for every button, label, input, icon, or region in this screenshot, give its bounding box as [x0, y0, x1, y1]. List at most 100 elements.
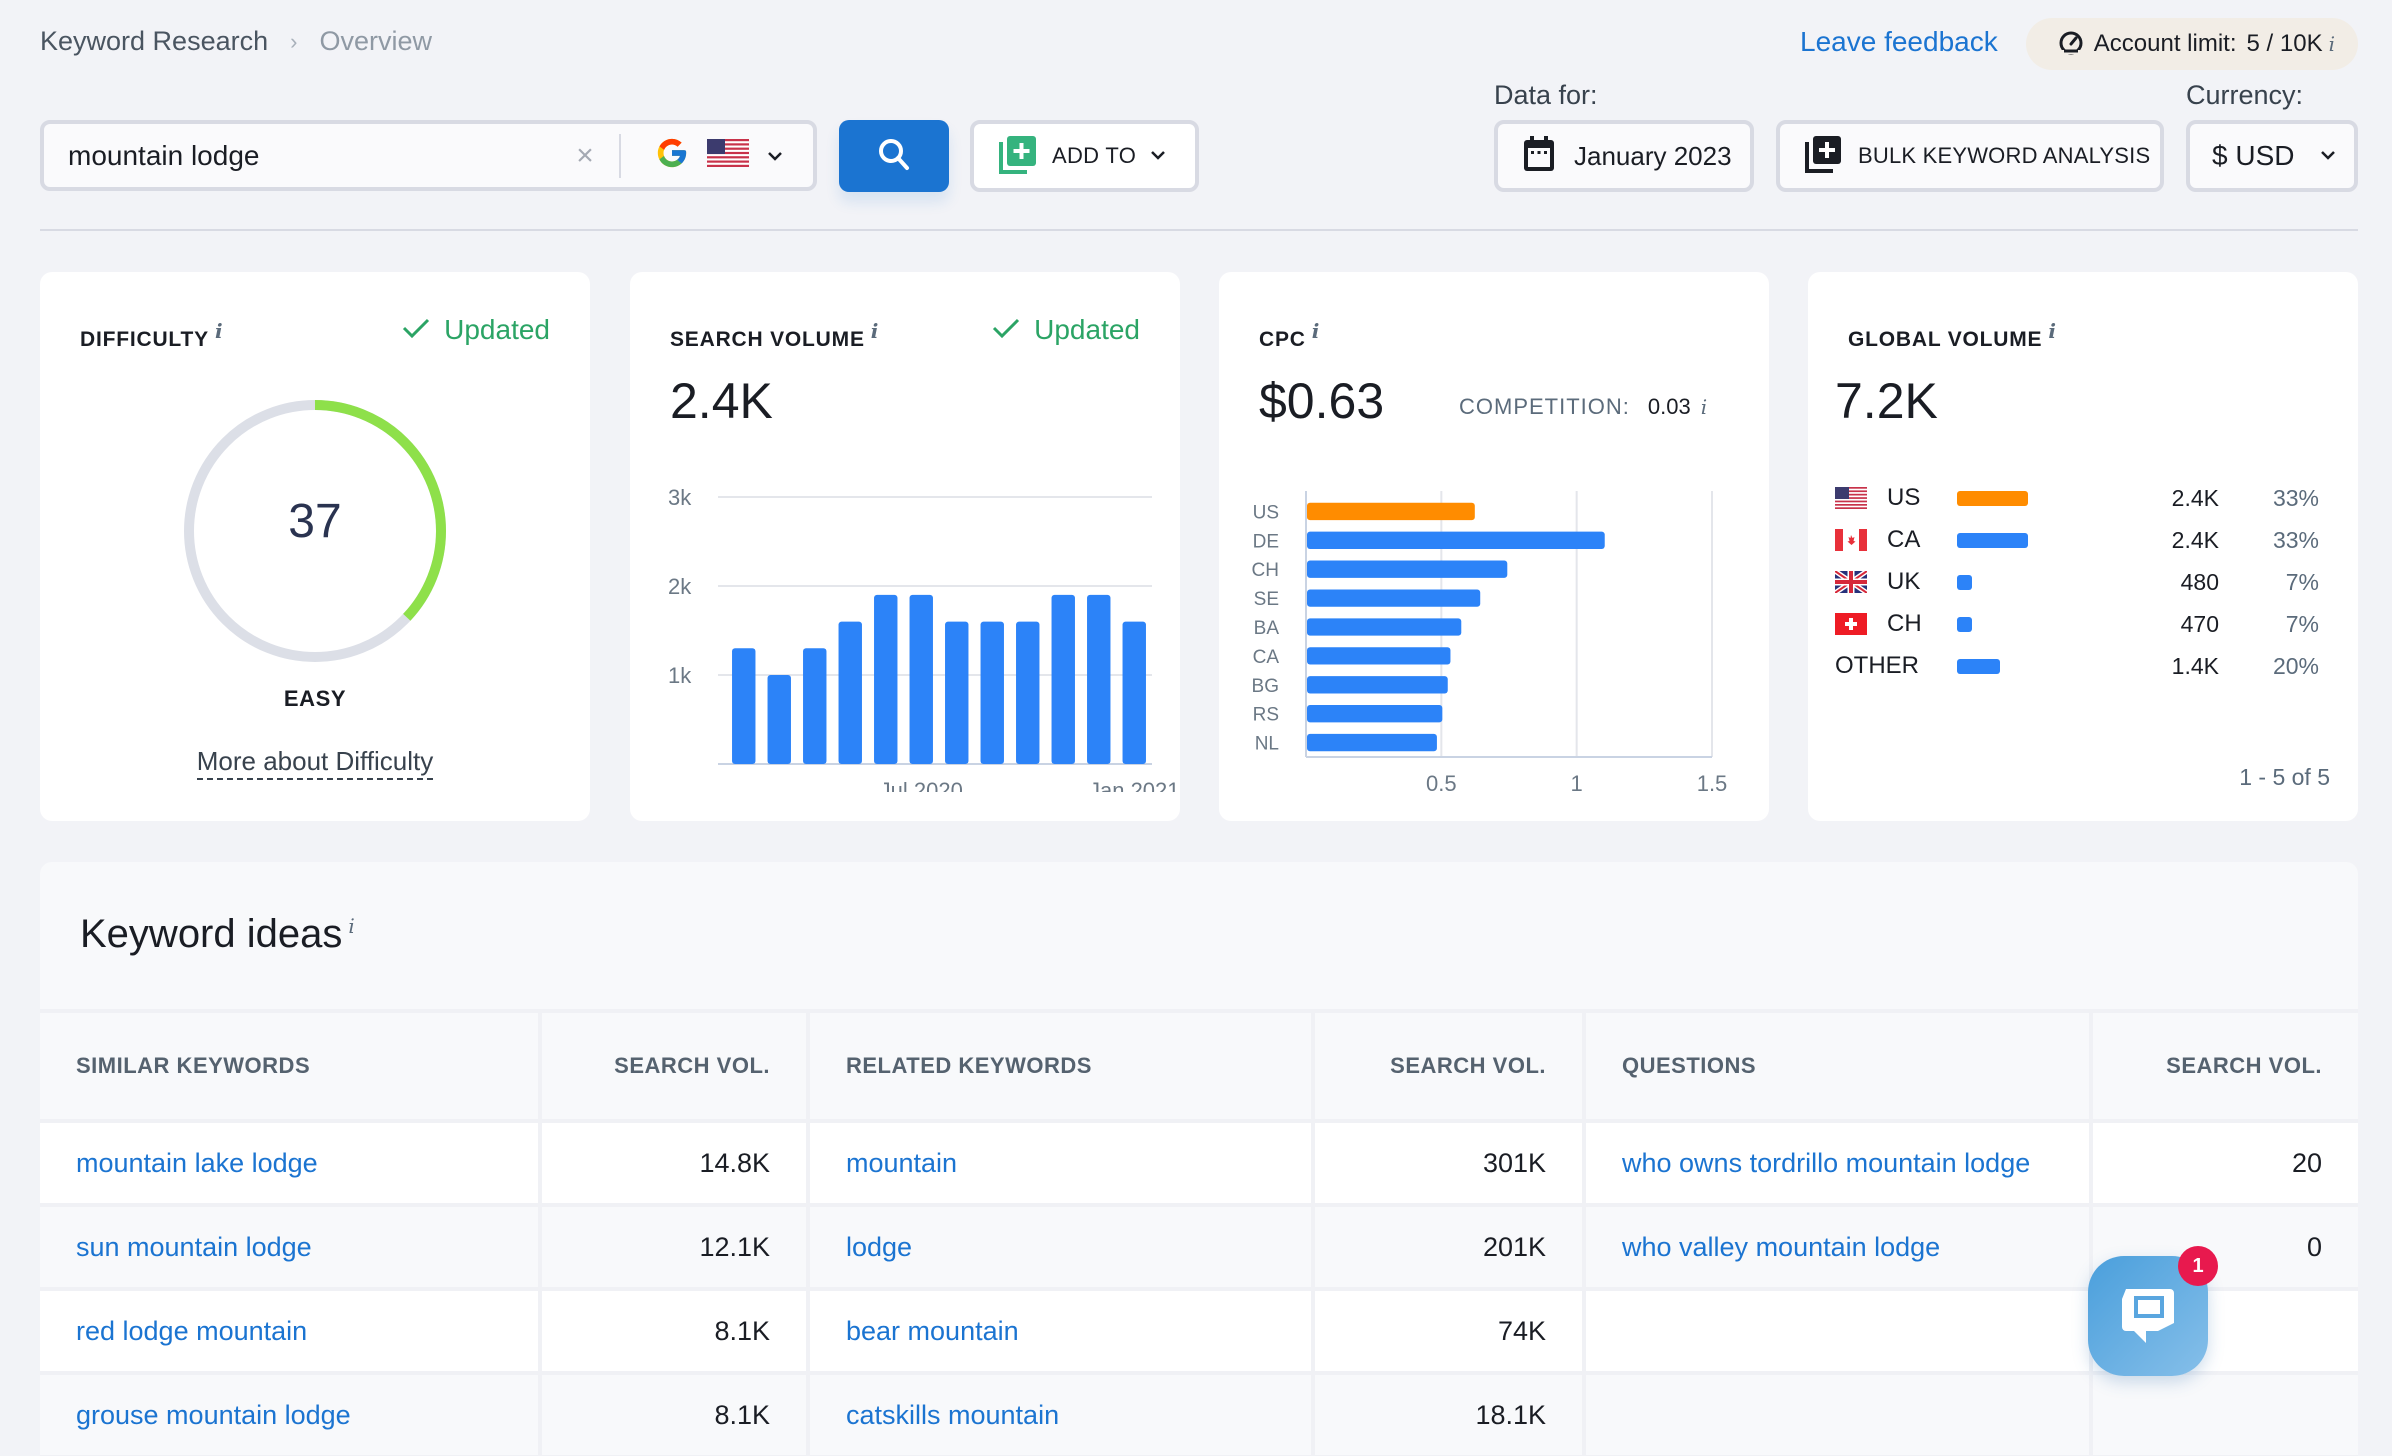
bar[interactable]	[1016, 621, 1040, 764]
info-icon[interactable]: i	[2329, 32, 2335, 56]
calendar-icon	[1522, 135, 1556, 178]
x-tick-label: 1	[1571, 771, 1583, 792]
table-row: grouse mountain lodge 8.1K catskills mou…	[40, 1371, 2358, 1456]
info-icon[interactable]: i	[871, 319, 879, 343]
percent-value: 33%	[2272, 526, 2319, 553]
question-link[interactable]: who valley mountain lodge	[1622, 1232, 1940, 1262]
info-icon[interactable]: i	[348, 914, 354, 938]
bar[interactable]	[1087, 594, 1111, 764]
bar[interactable]	[1122, 621, 1146, 764]
bar[interactable]	[1307, 733, 1437, 752]
bar[interactable]	[1307, 647, 1451, 665]
search-volume-title: SEARCH VOLUME i	[670, 319, 880, 351]
bar[interactable]	[874, 594, 898, 764]
bar[interactable]	[1307, 502, 1475, 521]
share-bar	[1957, 490, 2028, 506]
data-for-label: Data for:	[1494, 80, 1598, 110]
bar[interactable]	[803, 648, 827, 764]
volume-value: 2.4K	[2171, 526, 2219, 553]
column-header-questions[interactable]: QUESTIONS	[1582, 1009, 2093, 1123]
date-picker-button[interactable]: January 2023	[1494, 120, 1754, 192]
search-vol-cell: 301K	[1311, 1119, 1586, 1207]
similar-keyword-link[interactable]: red lodge mountain	[76, 1316, 307, 1346]
related-keyword-link[interactable]: lodge	[846, 1232, 912, 1262]
account-limit-badge[interactable]: Account limit: 5 / 10K i	[2026, 18, 2358, 70]
bar[interactable]	[1307, 560, 1508, 578]
bulk-keyword-analysis-button[interactable]: BULK KEYWORD ANALYSIS	[1776, 120, 2164, 192]
search-vol-cell: 12.1K	[538, 1203, 810, 1291]
percent-value: 7%	[2285, 568, 2319, 595]
bar[interactable]	[909, 594, 933, 764]
search-icon	[876, 136, 912, 177]
bar[interactable]	[1307, 618, 1462, 636]
chevron-down-icon	[1150, 147, 1166, 165]
clear-icon[interactable]: ×	[565, 139, 605, 173]
difficulty-score: 37	[288, 495, 342, 548]
breadcrumb-overview: Overview	[319, 26, 432, 56]
info-icon[interactable]: i	[2048, 319, 2056, 343]
similar-keyword-cell: grouse mountain lodge	[40, 1371, 542, 1456]
bar[interactable]	[1307, 676, 1448, 694]
volume-value: 480	[2180, 568, 2219, 595]
chevron-down-icon	[767, 145, 783, 166]
related-keyword-link[interactable]: mountain	[846, 1148, 957, 1178]
search-vol-cell: 18.1K	[1311, 1371, 1586, 1456]
y-tick-label: DE	[1253, 531, 1279, 552]
column-header-search-vol[interactable]: SEARCH VOL.	[2089, 1009, 2358, 1123]
y-tick-label: NL	[1255, 734, 1279, 755]
keyword-search-input[interactable]	[44, 124, 565, 187]
y-tick-label: 2k	[668, 574, 692, 599]
global-volume-row: CA 2.4K 33%	[1835, 519, 2319, 561]
bar[interactable]	[1051, 594, 1075, 764]
similar-keyword-cell: mountain lake lodge	[40, 1119, 542, 1207]
add-to-button[interactable]: ADD TO	[970, 120, 1199, 192]
column-header-similar-keywords[interactable]: SIMILAR KEYWORDS	[40, 1009, 542, 1123]
difficulty-level: EASY	[283, 686, 347, 711]
currency-value: $ USD	[2212, 140, 2295, 171]
keyword-ideas-title: Keyword ideas i	[80, 912, 355, 956]
pagination-info: 1 - 5 of 5	[2239, 764, 2330, 790]
breadcrumb-keyword-research[interactable]: Keyword Research	[40, 26, 268, 57]
question-link[interactable]: who owns tordrillo mountain lodge	[1622, 1148, 2030, 1178]
column-header-search-vol[interactable]: SEARCH VOL.	[1311, 1009, 1586, 1123]
similar-keyword-link[interactable]: grouse mountain lodge	[76, 1400, 351, 1430]
currency-dropdown[interactable]: $ USD	[2186, 120, 2358, 192]
keyword-ideas-table: SIMILAR KEYWORDS SEARCH VOL. RELATED KEY…	[40, 1009, 2358, 1456]
share-bar	[1957, 658, 2001, 674]
more-about-difficulty-link[interactable]: More about Difficulty	[40, 746, 590, 780]
info-icon[interactable]: i	[1701, 395, 1708, 419]
add-to-label: ADD TO	[1052, 143, 1137, 168]
bar[interactable]	[1307, 531, 1605, 549]
table-header-row: SIMILAR KEYWORDS SEARCH VOL. RELATED KEY…	[40, 1009, 2358, 1123]
similar-keyword-link[interactable]: sun mountain lodge	[76, 1232, 312, 1262]
related-keyword-cell: mountain	[806, 1119, 1315, 1207]
y-tick-label: CH	[1252, 560, 1279, 581]
search-button[interactable]	[839, 120, 949, 192]
question-cell	[1582, 1371, 2093, 1456]
global-volume-value: 7.2K	[1835, 373, 1938, 429]
x-tick-label: 1.5	[1697, 771, 1728, 792]
related-keyword-cell: catskills mountain	[806, 1371, 1315, 1456]
similar-keyword-link[interactable]: mountain lake lodge	[76, 1148, 318, 1178]
bar[interactable]	[1307, 589, 1481, 607]
y-tick-label: 3k	[668, 485, 692, 510]
column-header-search-vol[interactable]: SEARCH VOL.	[538, 1009, 810, 1123]
related-keyword-link[interactable]: bear mountain	[846, 1316, 1019, 1346]
ch-flag-icon	[1835, 613, 1867, 635]
bar[interactable]	[732, 648, 756, 764]
table-row: red lodge mountain 8.1K bear mountain 74…	[40, 1287, 2358, 1375]
info-icon[interactable]: i	[215, 319, 223, 343]
info-icon[interactable]: i	[1312, 319, 1320, 343]
column-header-related-keywords[interactable]: RELATED KEYWORDS	[806, 1009, 1315, 1123]
table-row: sun mountain lodge 12.1K lodge 201K who …	[40, 1203, 2358, 1291]
global-volume-row: US 2.4K 33%	[1835, 477, 2319, 519]
bar[interactable]	[1307, 705, 1443, 723]
bar[interactable]	[980, 621, 1004, 764]
leave-feedback-link[interactable]: Leave feedback	[1800, 26, 1998, 58]
share-bar	[1957, 574, 1973, 590]
bar[interactable]	[945, 621, 969, 764]
bar[interactable]	[767, 675, 791, 764]
related-keyword-link[interactable]: catskills mountain	[846, 1400, 1059, 1430]
bar[interactable]	[838, 621, 862, 764]
search-engine-dropdown[interactable]	[621, 136, 813, 175]
